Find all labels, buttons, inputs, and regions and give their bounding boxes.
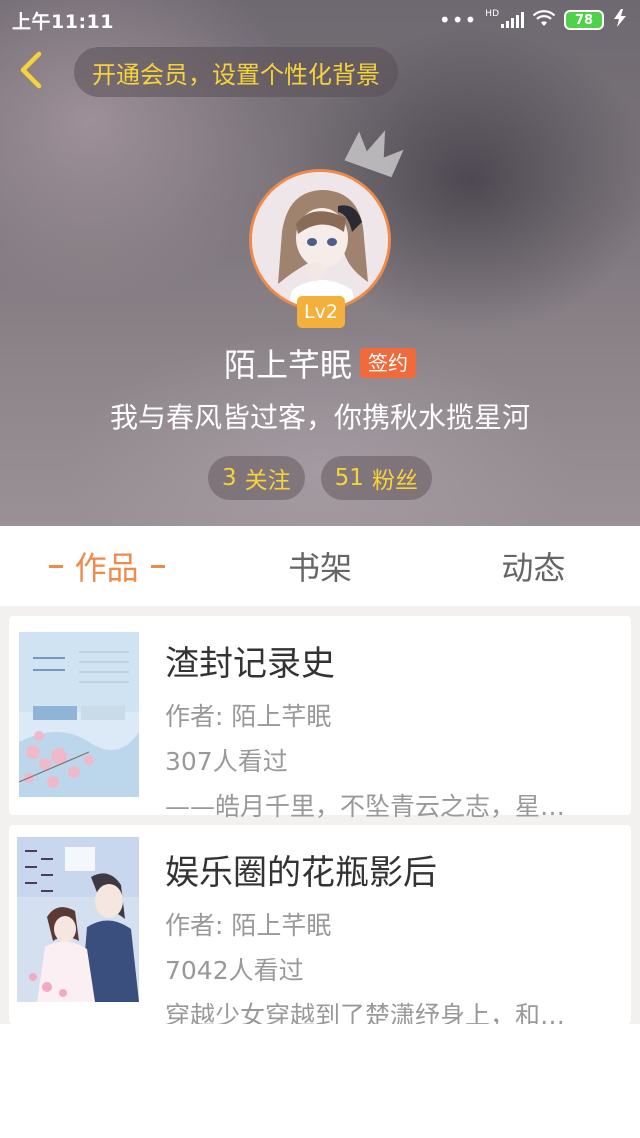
chevron-left-icon: [18, 51, 44, 93]
work-info: 渣封记录史 作者: 陌上芊眠 307人看过 ——皓月千里，不坠青云之志，星…: [165, 636, 605, 823]
works-list: 渣封记录史 作者: 陌上芊眠 307人看过 ——皓月千里，不坠青云之志，星… 娱…: [0, 606, 640, 1030]
work-title: 渣封记录史: [165, 644, 335, 684]
work-card[interactable]: 渣封记录史 作者: 陌上芊眠 307人看过 ——皓月千里，不坠青云之志，星…: [9, 616, 631, 821]
tab-activity[interactable]: 动态: [427, 543, 640, 589]
signed-badge: 签约: [360, 348, 416, 378]
status-icons: ••• HD 78: [438, 8, 628, 32]
user-bio: 我与春风皆过客，你携秋水揽星河: [109, 401, 530, 434]
tab-label: 动态: [501, 549, 566, 587]
work-author: 作者: 陌上芊眠: [165, 702, 332, 731]
tab-bar: 作品 书架 动态: [0, 526, 640, 606]
tab-bookshelf[interactable]: 书架: [213, 543, 426, 589]
vip-background-button[interactable]: 开通会员，设置个性化背景: [74, 47, 398, 97]
name-row: 陌上芊眠 签约: [0, 340, 640, 386]
book-cover-image[interactable]: [17, 837, 139, 1002]
active-tab-dash-left: [48, 564, 63, 568]
avatar[interactable]: [249, 169, 391, 311]
followers-count: 51: [334, 465, 364, 491]
work-title: 娱乐圈的花瓶影后: [165, 853, 437, 893]
followers-label: 粉丝: [371, 468, 418, 494]
follow-stats: 3 关注 51 粉丝: [0, 456, 640, 500]
work-views: 7042人看过: [165, 956, 304, 985]
book-cover-image[interactable]: [19, 632, 139, 797]
work-card[interactable]: 娱乐圈的花瓶影后 作者: 陌上芊眠 7042人看过 穿越少女穿越到了楚潇纾身上，…: [9, 825, 631, 1030]
tab-label: 书架: [287, 549, 352, 587]
work-description: ——皓月千里，不坠青云之志，星…: [165, 792, 566, 821]
more-dots-icon: •••: [438, 8, 478, 32]
profile-header: 上午11:11 ••• HD 78 开通会员，设置个性化背景 Lv2 陌上芊眠 …: [0, 0, 640, 526]
wifi-icon: [532, 9, 556, 32]
user-name: 陌上芊眠: [223, 346, 352, 384]
work-info: 娱乐圈的花瓶影后 作者: 陌上芊眠 7042人看过 穿越少女穿越到了楚潇纾身上，…: [165, 845, 605, 1032]
following-button[interactable]: 3 关注: [208, 456, 305, 500]
charging-icon: [612, 8, 628, 32]
level-badge: Lv2: [297, 296, 345, 328]
work-views: 307人看过: [165, 747, 288, 776]
tab-works[interactable]: 作品: [0, 543, 213, 589]
empty-area: [0, 1024, 640, 1138]
battery-icon: 78: [564, 10, 604, 30]
back-button[interactable]: [14, 51, 48, 93]
active-tab-dash-right: [150, 564, 165, 568]
signal-icon: [501, 12, 524, 28]
tab-label: 作品: [74, 549, 139, 587]
status-bar: 上午11:11 ••• HD 78: [0, 0, 640, 40]
following-count: 3: [222, 465, 237, 491]
following-label: 关注: [244, 468, 291, 494]
work-author: 作者: 陌上芊眠: [165, 911, 332, 940]
hd-badge: HD: [485, 9, 499, 19]
followers-button[interactable]: 51 粉丝: [320, 456, 432, 500]
status-time: 上午11:11: [12, 10, 114, 33]
